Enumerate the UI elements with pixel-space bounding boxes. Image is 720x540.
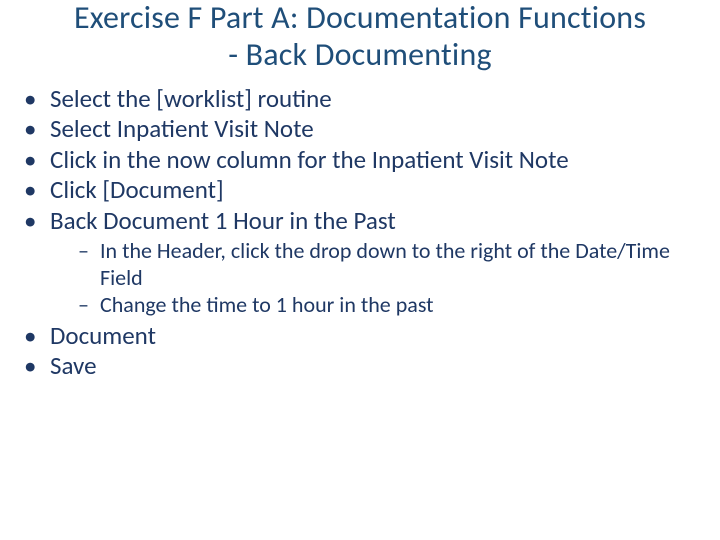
bullet-text: Click in the now column for the Inpatien… [50, 144, 569, 175]
bullet-text: Click [Document] [50, 174, 224, 205]
list-item: Save [22, 351, 712, 382]
bullet-list: Select the [worklist] routine Select Inp… [22, 84, 712, 382]
list-item: Select the [worklist] routine [22, 84, 712, 115]
slide-title: Exercise F Part A: Documentation Functio… [8, 0, 712, 80]
list-item: Click in the now column for the Inpatien… [22, 145, 712, 176]
bullet-text: Back Document 1 Hour in the Past [50, 205, 396, 236]
slide-body: Select the [worklist] routine Select Inp… [8, 80, 712, 382]
bullet-text: Document [50, 320, 156, 351]
title-line-2: - Back Documenting [228, 35, 492, 74]
list-item: Click [Document] [22, 175, 712, 206]
title-line-1: Exercise F Part A: Documentation Functio… [74, 0, 646, 37]
sub-list-item: In the Header, click the drop down to th… [78, 238, 712, 292]
sub-list-item: Change the time to 1 hour in the past [78, 292, 712, 319]
list-item: Document [22, 321, 712, 352]
sub-bullet-list: In the Header, click the drop down to th… [50, 238, 712, 318]
list-item: Select Inpatient Visit Note [22, 114, 712, 145]
list-item: Back Document 1 Hour in the Past In the … [22, 206, 712, 319]
sub-bullet-text: Change the time to 1 hour in the past [100, 291, 434, 318]
bullet-text: Save [50, 350, 97, 381]
slide: Exercise F Part A: Documentation Functio… [0, 0, 720, 540]
bullet-text: Select Inpatient Visit Note [50, 113, 314, 144]
sub-bullet-text: In the Header, click the drop down to th… [100, 237, 670, 291]
bullet-text: Select the [worklist] routine [50, 83, 332, 114]
